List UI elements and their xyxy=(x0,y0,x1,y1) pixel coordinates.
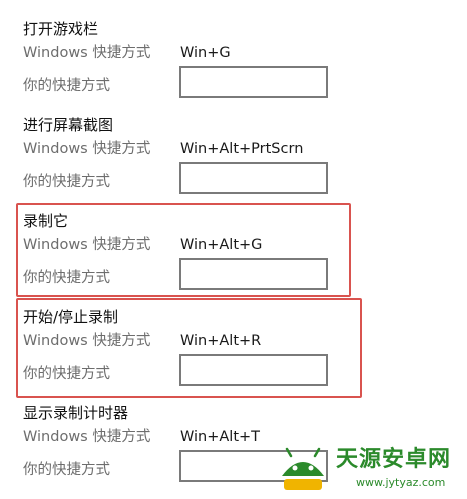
group-title: 进行屏幕截图 xyxy=(23,116,114,134)
shortcut-group-open-game-bar: 打开游戏栏 Windows 快捷方式 Win+G 你的快捷方式 xyxy=(0,19,467,115)
your-shortcut-label: 你的快捷方式 xyxy=(23,78,110,94)
shortcut-group-start-stop-recording: 开始/停止录制 Windows 快捷方式 Win+Alt+R 你的快捷方式 xyxy=(0,307,467,403)
windows-shortcut-value: Win+Alt+T xyxy=(180,429,261,445)
your-shortcut-label: 你的快捷方式 xyxy=(23,174,110,190)
watermark: 天源安卓网 www.jytyaz.com xyxy=(270,440,467,498)
windows-shortcut-value: Win+Alt+R xyxy=(180,333,262,349)
your-shortcut-label: 你的快捷方式 xyxy=(23,462,110,478)
your-shortcut-label: 你的快捷方式 xyxy=(23,270,110,286)
group-title: 显示录制计时器 xyxy=(23,404,129,422)
windows-shortcut-label: Windows 快捷方式 xyxy=(23,333,151,349)
shortcut-group-record-that: 录制它 Windows 快捷方式 Win+Alt+G 你的快捷方式 xyxy=(0,211,467,307)
windows-shortcut-value: Win+Alt+G xyxy=(180,237,263,253)
your-shortcut-input[interactable] xyxy=(179,258,328,290)
windows-shortcut-label: Windows 快捷方式 xyxy=(23,237,151,253)
your-shortcut-input[interactable] xyxy=(179,66,328,98)
group-title: 录制它 xyxy=(23,212,69,230)
android-robot-icon xyxy=(282,447,324,490)
group-title: 打开游戏栏 xyxy=(23,20,99,38)
watermark-name: 天源安卓网 xyxy=(336,447,452,472)
windows-shortcut-value: Win+Alt+PrtScrn xyxy=(180,141,304,157)
windows-shortcut-label: Windows 快捷方式 xyxy=(23,429,151,445)
watermark-url: www.jytyaz.com xyxy=(356,476,446,489)
windows-shortcut-label: Windows 快捷方式 xyxy=(23,141,151,157)
your-shortcut-label: 你的快捷方式 xyxy=(23,366,110,382)
windows-shortcut-label: Windows 快捷方式 xyxy=(23,45,151,61)
shortcut-group-screenshot: 进行屏幕截图 Windows 快捷方式 Win+Alt+PrtScrn 你的快捷… xyxy=(0,115,467,211)
windows-shortcut-value: Win+G xyxy=(180,45,231,61)
group-title: 开始/停止录制 xyxy=(23,308,119,326)
your-shortcut-input[interactable] xyxy=(179,354,328,386)
your-shortcut-input[interactable] xyxy=(179,162,328,194)
